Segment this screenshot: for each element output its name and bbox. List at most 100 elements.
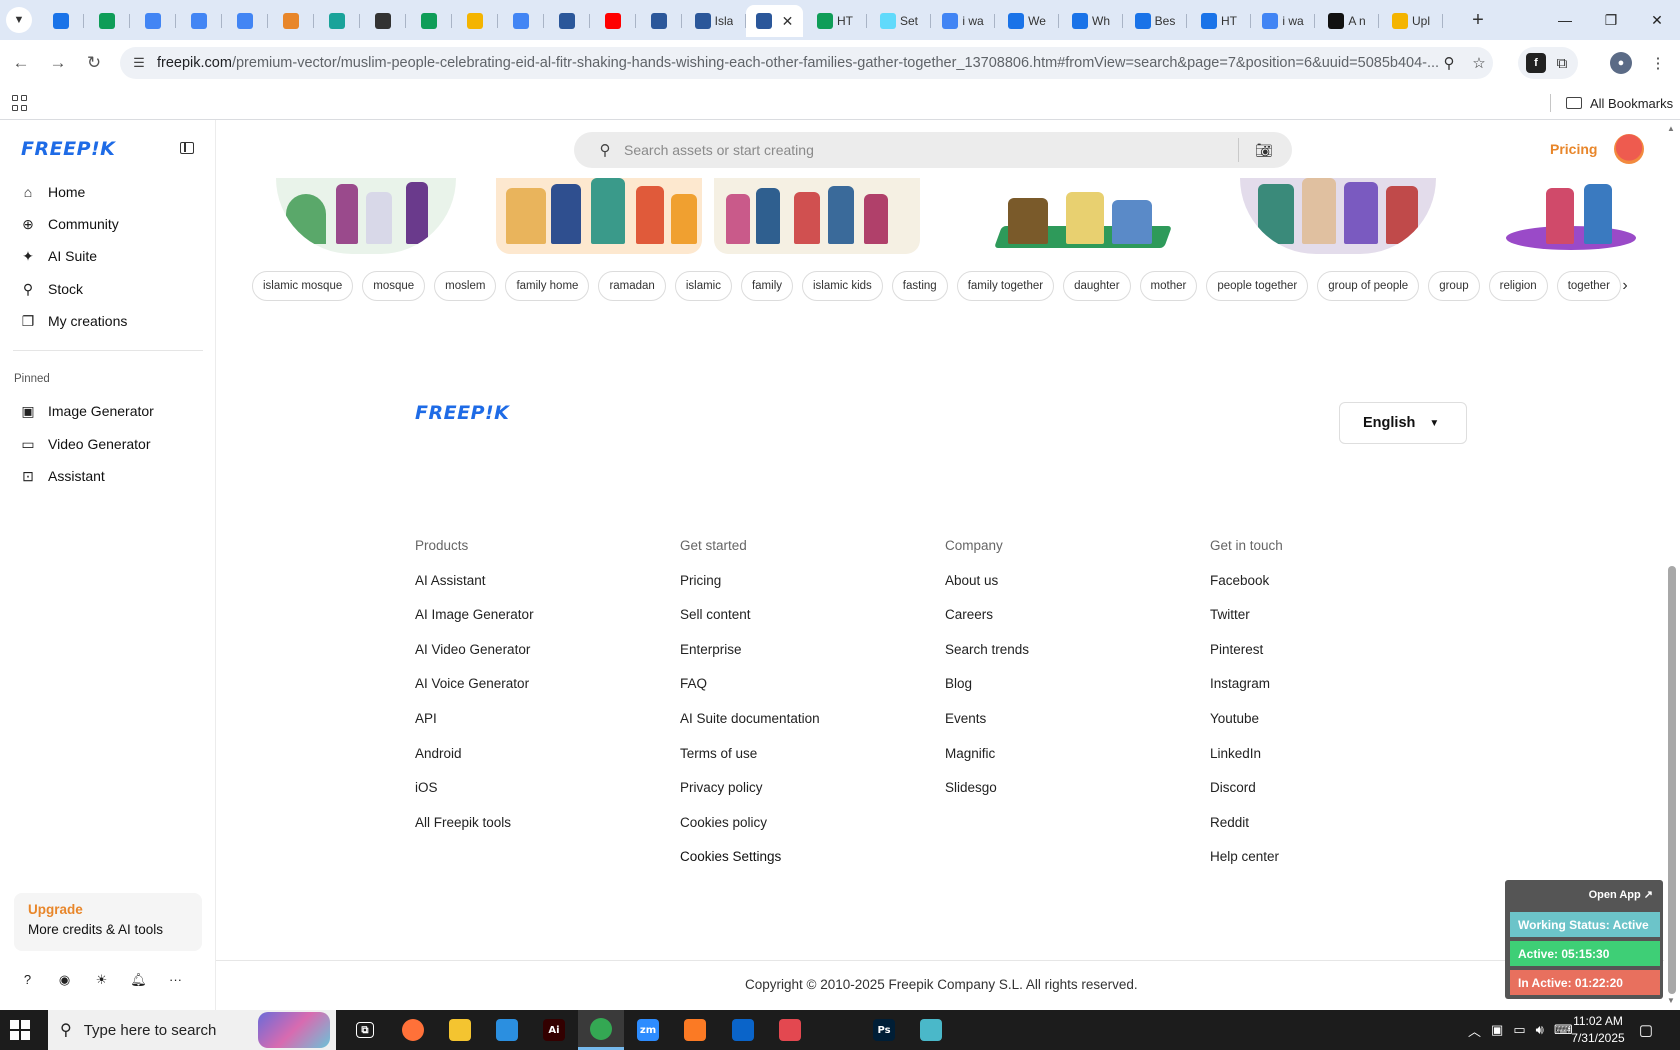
tag-chip[interactable]: islamic kids <box>802 271 883 301</box>
tag-chip[interactable]: fasting <box>891 271 948 301</box>
taskbar-xampp[interactable] <box>672 1010 718 1050</box>
bookmark-star-icon[interactable]: ☆ <box>1469 53 1489 73</box>
close-window-button[interactable]: ✕ <box>1634 0 1680 40</box>
footer-link[interactable]: iOS <box>415 780 534 798</box>
back-button[interactable]: ← <box>8 50 34 76</box>
footer-link[interactable]: Android <box>415 746 534 764</box>
browser-tab[interactable] <box>314 5 360 37</box>
close-tab-icon[interactable]: ✕ <box>782 13 794 30</box>
minimize-button[interactable]: — <box>1542 0 1588 40</box>
open-app-button[interactable]: Open App ↗ <box>1589 888 1653 901</box>
taskbar-chrome[interactable] <box>578 1010 624 1050</box>
thumbnail-image[interactable] <box>1506 178 1636 254</box>
footer-link[interactable]: Privacy policy <box>680 780 820 798</box>
footer-link[interactable]: Slidesgo <box>945 780 1029 798</box>
browser-tab[interactable] <box>498 5 544 37</box>
footer-link[interactable]: Facebook <box>1210 573 1283 591</box>
thumbnail-image[interactable] <box>714 178 920 254</box>
sidebar-item-my-creations[interactable]: ❐ My creations <box>20 309 128 333</box>
browser-tab[interactable] <box>222 5 268 37</box>
site-info-icon[interactable]: ☰ <box>130 54 148 72</box>
browser-tab[interactable] <box>130 5 176 37</box>
footer-link[interactable]: AI Assistant <box>415 573 534 591</box>
sidebar-item-stock[interactable]: ⚲ Stock <box>20 277 83 301</box>
footer-link[interactable]: FAQ <box>680 676 820 694</box>
windows-start-button[interactable] <box>10 1020 30 1040</box>
freepik-logo[interactable]: FREEP!K <box>21 138 115 160</box>
footer-link[interactable]: AI Video Generator <box>415 642 534 660</box>
browser-tab[interactable]: Bes <box>1123 5 1187 37</box>
volume-icon[interactable]: 🔊︎ <box>1536 1022 1544 1038</box>
taskbar-task-view[interactable]: ⧉ <box>342 1010 388 1050</box>
taskbar-vscode[interactable] <box>484 1010 530 1050</box>
profile-avatar[interactable]: ● <box>1610 52 1632 74</box>
tag-chip[interactable]: together <box>1556 271 1621 301</box>
tag-chip[interactable]: group of people <box>1317 271 1420 301</box>
sidebar-item-ai-suite[interactable]: ✦ AI Suite <box>20 244 97 268</box>
bell-icon[interactable]: 🔔︎ <box>130 972 147 987</box>
taskbar-photoshop[interactable]: Ps <box>861 1010 907 1050</box>
footer-link[interactable]: Pinterest <box>1210 642 1283 660</box>
sidebar-item-community[interactable]: ⊕ Community <box>20 212 119 236</box>
taskbar-app-unknown[interactable] <box>908 1010 954 1050</box>
browser-tab[interactable]: Isla <box>682 5 746 37</box>
footer-link[interactable]: Pricing <box>680 573 820 591</box>
browser-tab[interactable]: Wh <box>1059 5 1123 37</box>
browser-tab[interactable] <box>360 5 406 37</box>
taskbar-firefox[interactable] <box>390 1010 436 1050</box>
taskbar-illustrator[interactable]: Ai <box>531 1010 577 1050</box>
thumbnail-image[interactable] <box>1240 178 1436 254</box>
browser-tab[interactable]: HT <box>1187 5 1251 37</box>
browser-tab[interactable] <box>38 5 84 37</box>
tag-chip[interactable]: daughter <box>1063 271 1131 301</box>
tag-chip[interactable]: family home <box>505 271 590 301</box>
tag-chip[interactable]: moslem <box>434 271 497 301</box>
footer-link[interactable]: Sell content <box>680 607 820 625</box>
discord-icon[interactable]: ◉ <box>57 972 72 987</box>
footer-link[interactable]: Enterprise <box>680 642 820 660</box>
extension-icon[interactable]: f <box>1526 53 1546 73</box>
notifications-icon[interactable]: ▢ <box>1636 1020 1656 1040</box>
camera-icon[interactable]: 📷︎ <box>1255 141 1273 159</box>
footer-link[interactable]: About us <box>945 573 1029 591</box>
tag-chip[interactable]: ramadan <box>598 271 666 301</box>
taskbar-search[interactable]: ⚲ Type here to search <box>48 1010 336 1050</box>
footer-link[interactable]: Twitter <box>1210 607 1283 625</box>
footer-link[interactable]: LinkedIn <box>1210 746 1283 764</box>
footer-link[interactable]: AI Voice Generator <box>415 676 534 694</box>
language-select[interactable]: English ▼ <box>1339 402 1467 444</box>
all-bookmarks-button[interactable]: All Bookmarks <box>1566 92 1673 114</box>
browser-tab[interactable]: Upl <box>1379 5 1443 37</box>
scrollbar-thumb[interactable] <box>1668 566 1676 994</box>
browser-tab[interactable]: A n <box>1315 5 1379 37</box>
tag-chip[interactable]: islamic mosque <box>252 271 354 301</box>
footer-logo[interactable]: FREEP!K <box>415 402 509 424</box>
pricing-link[interactable]: Pricing <box>1550 141 1597 157</box>
browser-tab[interactable] <box>636 5 682 37</box>
footer-link[interactable]: AI Image Generator <box>415 607 534 625</box>
address-bar[interactable]: ☰ freepik.com/premium-vector/muslim-peop… <box>120 47 1493 79</box>
thumbnail-image[interactable] <box>988 178 1178 254</box>
taskbar-file-explorer[interactable] <box>437 1010 483 1050</box>
tag-chip[interactable]: mosque <box>362 271 426 301</box>
puzzle-icon[interactable]: ⧉ <box>1552 53 1572 73</box>
tray-overflow-icon[interactable]: ︿ <box>1468 1021 1481 1040</box>
browser-tab[interactable] <box>452 5 498 37</box>
footer-link[interactable]: API <box>415 711 534 729</box>
user-avatar[interactable] <box>1614 134 1644 164</box>
browser-tab[interactable]: HT <box>803 5 867 37</box>
tag-chip[interactable]: group <box>1428 271 1480 301</box>
sidebar-item-video-generator[interactable]: ▭ Video Generator <box>20 432 150 456</box>
taskbar-pen-tool[interactable] <box>814 1010 860 1050</box>
sidebar-item-image-generator[interactable]: ▣ Image Generator <box>20 399 153 423</box>
browser-tab[interactable] <box>176 5 222 37</box>
tag-chip[interactable]: mother <box>1139 271 1198 301</box>
browser-tab[interactable]: Set <box>867 5 931 37</box>
zoom-icon[interactable]: ⚲ <box>1439 53 1459 73</box>
upgrade-card[interactable]: Upgrade More credits & AI tools <box>14 893 202 951</box>
new-tab-button[interactable]: + <box>1466 8 1490 32</box>
browser-tab[interactable] <box>544 5 590 37</box>
tag-chip[interactable]: family together <box>956 271 1055 301</box>
browser-tab[interactable] <box>590 5 636 37</box>
apps-grid-icon[interactable] <box>12 95 28 111</box>
